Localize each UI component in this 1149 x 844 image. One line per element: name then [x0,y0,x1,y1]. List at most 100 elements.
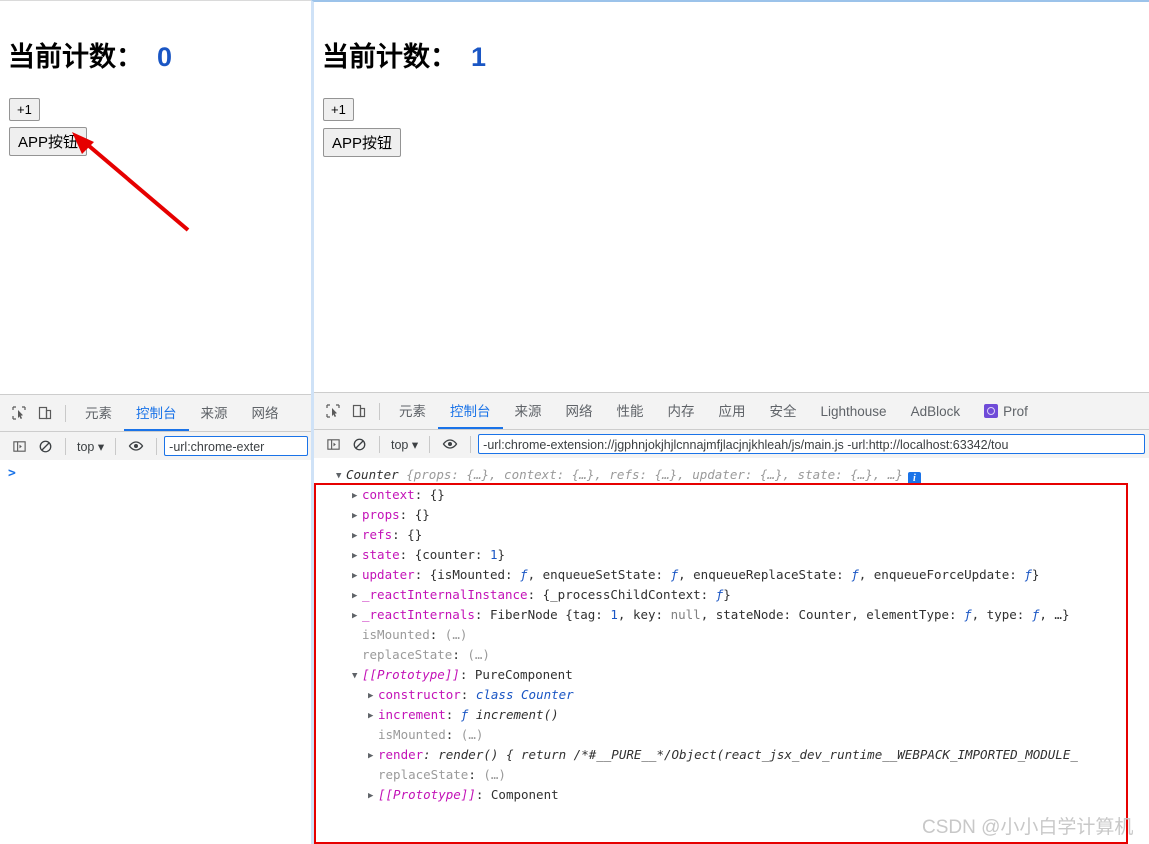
chevron-right-icon[interactable] [368,786,378,805]
right-tab-elements[interactable]: 元素 [387,394,438,429]
chevron-down-icon[interactable] [336,466,346,485]
device-toolbar-icon[interactable] [32,400,58,426]
console-tree-row[interactable]: isMounted: (…) [324,625,1149,645]
filterbar-divider-1 [379,435,380,453]
console-tree-text: constructor [378,687,461,702]
device-toolbar-icon[interactable] [346,398,372,424]
right-console-output[interactable]: Counter {props: {…}, context: {…}, refs:… [314,458,1149,844]
left-console-filterbar: top ▾ -url:chrome-exter [0,432,312,461]
console-tree-row[interactable]: updater: {isMounted: ƒ, enqueueSetState:… [324,565,1149,585]
console-tree-text: ƒ [851,567,859,582]
left-context-selector[interactable]: top ▾ [73,439,108,454]
filterbar-divider-3 [470,435,472,453]
chevron-right-icon[interactable] [368,706,378,725]
console-tree-text: } [497,547,506,562]
console-tree-row[interactable]: props: {} [324,505,1149,525]
left-counter-value: 0 [157,42,173,72]
console-tree-text: : [468,767,484,782]
chevron-down-icon[interactable] [352,666,362,685]
console-tree-text: , enqueueReplaceState: [678,567,852,582]
chevron-right-icon[interactable] [352,606,362,625]
inspect-element-icon[interactable] [6,400,32,426]
right-counter-value: 1 [471,42,487,72]
console-tree-row[interactable]: [[Prototype]]: PureComponent [324,665,1149,685]
console-sidebar-icon[interactable] [320,431,346,457]
console-tree-row[interactable]: replaceState: (…) [324,645,1149,665]
info-icon[interactable]: i [907,472,921,485]
console-tree-text: props [362,507,400,522]
console-tree-text: {} [407,527,423,542]
filterbar-divider-2 [429,435,431,453]
right-tab-adblock[interactable]: AdBlock [899,394,973,429]
chevron-right-icon[interactable] [352,526,362,545]
chevron-right-icon[interactable] [368,686,378,705]
live-expression-eye-icon[interactable] [123,433,149,459]
console-sidebar-icon[interactable] [6,433,32,459]
clear-console-icon[interactable] [32,433,58,459]
filterbar-divider-3 [156,437,158,455]
left-tab-network[interactable]: 网络 [240,396,291,431]
console-tree-row[interactable]: increment: ƒ increment() [324,705,1149,725]
left-console-filter-input[interactable]: -url:chrome-exter [164,436,308,456]
left-increment-button[interactable]: +1 [9,98,40,121]
console-tree-text: isMounted [378,727,446,742]
right-tab-performance[interactable]: 性能 [605,394,656,429]
console-tree-row[interactable]: constructor: class Counter [324,685,1149,705]
chevron-right-icon[interactable] [352,506,362,525]
console-tree-text: } [1031,567,1040,582]
console-tree-text: : {counter: [399,547,490,562]
chevron-right-icon[interactable] [352,546,362,565]
left-console-prompt[interactable]: > [0,460,312,481]
inspect-element-icon[interactable] [320,398,346,424]
console-tree-text: [[Prototype]] [362,667,460,682]
right-tab-lighthouse[interactable]: Lighthouse [809,394,899,429]
left-counter-label: 当前计数： [8,42,143,72]
left-app-button[interactable]: APP按钮 [9,127,88,156]
console-tree-text: updater [362,567,415,582]
console-tree-row[interactable]: state: {counter: 1} [324,545,1149,565]
right-tab-sources[interactable]: 来源 [503,394,554,429]
live-expression-eye-icon[interactable] [437,431,463,457]
left-page-content: 当前计数： 0 +1 APP按钮 [0,1,312,394]
right-tab-network[interactable]: 网络 [554,394,605,429]
right-tab-profiler[interactable]: Prof [972,394,1040,429]
clear-console-icon[interactable] [346,431,372,457]
chevron-right-icon[interactable] [352,586,362,605]
console-tree-row[interactable]: _reactInternals: FiberNode {tag: 1, key:… [324,605,1149,625]
right-tab-memory[interactable]: 内存 [656,394,707,429]
right-tab-security[interactable]: 安全 [758,394,809,429]
left-console-output[interactable]: > [0,460,312,844]
console-object-tree[interactable]: Counter {props: {…}, context: {…}, refs:… [314,458,1149,805]
right-console-filter-input[interactable]: -url:chrome-extension://jgphnjokjhjlcnna… [478,434,1145,454]
right-context-selector[interactable]: top ▾ [387,437,422,452]
left-browser-window: 当前计数： 0 +1 APP按钮 元素 控制台 来源 网络 top ▾ -url… [0,0,312,844]
chevron-right-icon[interactable] [352,566,362,585]
console-tree-text: {} [414,507,430,522]
csdn-watermark: CSDN @小小白学计算机 [922,817,1134,838]
left-tab-elements[interactable]: 元素 [73,396,124,431]
filterbar-divider-2 [115,437,117,455]
console-tree-row[interactable]: context: {} [324,485,1149,505]
console-tree-row[interactable]: isMounted: (…) [324,725,1149,745]
right-app-button[interactable]: APP按钮 [323,128,402,157]
console-tree-text: (…) [444,627,468,642]
console-tree-row[interactable]: replaceState: (…) [324,765,1149,785]
console-tree-text: (…) [467,647,490,662]
console-tree-row[interactable]: Counter {props: {…}, context: {…}, refs:… [324,465,1149,485]
console-tree-row[interactable]: _reactInternalInstance: {_processChildCo… [324,585,1149,605]
console-tree-row[interactable]: refs: {} [324,525,1149,545]
console-tree-row[interactable]: [[Prototype]]: Component [324,785,1149,805]
console-tree-text: increment() [468,707,559,722]
right-tab-profiler-label: Prof [1003,403,1028,419]
right-increment-button[interactable]: +1 [323,98,354,121]
console-tree-row[interactable]: render: render() { return /*#__PURE__*/O… [324,745,1149,765]
right-tab-application[interactable]: 应用 [707,394,758,429]
left-tab-console[interactable]: 控制台 [124,396,189,431]
right-tab-console[interactable]: 控制台 [438,394,503,429]
chevron-right-icon[interactable] [368,746,378,765]
console-tree-text: state [362,547,400,562]
chevron-right-icon[interactable] [352,486,362,505]
right-devtools-tabbar: 元素 控制台 来源 网络 性能 内存 应用 安全 Lighthouse AdBl… [314,393,1149,430]
console-tree-text: ƒ [964,607,972,622]
left-tab-sources[interactable]: 来源 [189,396,240,431]
